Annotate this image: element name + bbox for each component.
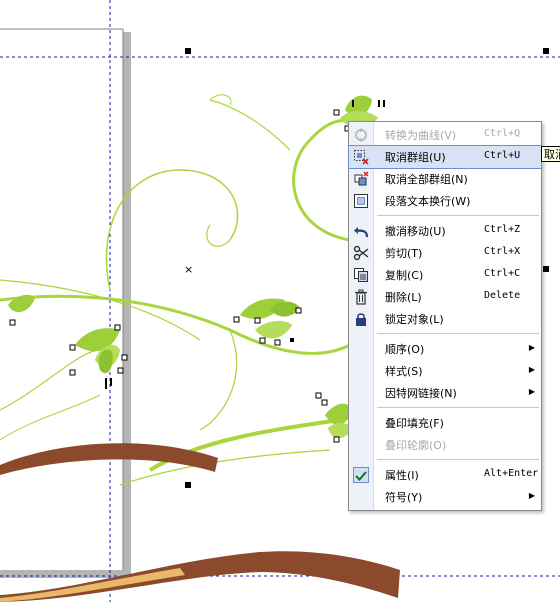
menu-item-shortcut: Ctrl+X — [484, 246, 521, 257]
menu-item-label: 叠印轮廓(O) — [385, 439, 447, 452]
menu-item-ungroup[interactable]: 取消群组(U) Ctrl+U — [348, 145, 542, 169]
menu-item-shortcut: Ctrl+C — [484, 268, 521, 279]
undo-icon — [353, 223, 369, 239]
lock-icon — [353, 311, 369, 327]
menu-item-label: 取消全部群组(N) — [385, 173, 468, 186]
center-marker: × — [184, 263, 193, 276]
menu-item-label: 顺序(O) — [385, 343, 425, 356]
menu-item-cut[interactable]: 剪切(T) Ctrl+X — [349, 242, 541, 264]
node-markers — [9, 109, 351, 443]
menu-item-symbol[interactable]: 符号(Y) ▶ — [349, 486, 541, 508]
menu-item-label: 取消群组(U) — [385, 151, 446, 164]
menu-separator — [377, 407, 539, 408]
menu-item-overprint-outline[interactable]: 叠印轮廓(O) — [349, 434, 541, 456]
menu-item-label: 剪切(T) — [385, 247, 423, 260]
ribbons — [0, 443, 400, 602]
menu-item-label: 锁定对象(L) — [385, 313, 444, 326]
checkmark-icon — [353, 467, 369, 483]
wrap-text-icon — [353, 193, 369, 209]
submenu-arrow-icon: ▶ — [528, 491, 535, 500]
menu-item-label: 复制(C) — [385, 269, 424, 282]
menu-item-label: 因特网链接(N) — [385, 387, 457, 400]
menu-item-styles[interactable]: 样式(S) ▶ — [349, 360, 541, 382]
menu-item-properties[interactable]: 属性(I) Alt+Enter — [349, 464, 541, 486]
submenu-arrow-icon: ▶ — [528, 343, 535, 352]
menu-item-overprint-fill[interactable]: 叠印填充(F) — [349, 412, 541, 434]
menu-item-label: 转换为曲线(V) — [385, 129, 457, 142]
copy-icon — [353, 267, 369, 283]
menu-item-shortcut: Delete — [484, 290, 521, 301]
menu-item-label: 段落文本换行(W) — [385, 195, 471, 208]
trash-icon — [353, 289, 369, 305]
menu-item-shortcut: Ctrl+Q — [484, 128, 521, 139]
menu-item-lock-object[interactable]: 锁定对象(L) — [349, 308, 541, 330]
scissors-icon — [353, 245, 369, 261]
menu-item-label: 撤消移动(U) — [385, 225, 446, 238]
menu-item-copy[interactable]: 复制(C) Ctrl+C — [349, 264, 541, 286]
menu-item-ungroup-all[interactable]: 取消全部群组(N) — [349, 168, 541, 190]
menu-item-internet-link[interactable]: 因特网链接(N) ▶ — [349, 382, 541, 404]
menu-separator — [377, 459, 539, 460]
menu-item-shortcut: Ctrl+Z — [484, 224, 521, 235]
menu-item-shortcut: Ctrl+U — [484, 150, 521, 161]
menu-item-undo-move[interactable]: 撤消移动(U) Ctrl+Z — [349, 220, 541, 242]
menu-item-convert-to-curves[interactable]: 转换为曲线(V) Ctrl+Q — [349, 124, 541, 146]
menu-item-label: 样式(S) — [385, 365, 423, 378]
menu-item-delete[interactable]: 删除(L) Delete — [349, 286, 541, 308]
submenu-arrow-icon: ▶ — [528, 387, 535, 396]
menu-item-label: 叠印填充(F) — [385, 417, 444, 430]
node-ticks — [105, 100, 385, 389]
tooltip: 取消 — [541, 146, 560, 162]
menu-item-order[interactable]: 顺序(O) ▶ — [349, 338, 541, 360]
menu-item-shortcut: Alt+Enter — [484, 468, 539, 479]
ungroup-icon — [353, 149, 369, 165]
submenu-arrow-icon: ▶ — [528, 365, 535, 374]
convert-curve-icon — [353, 127, 369, 143]
menu-item-label: 删除(L) — [385, 291, 422, 304]
vine-stems — [0, 94, 357, 486]
ungroup-all-icon — [353, 171, 369, 187]
menu-item-label: 属性(I) — [385, 469, 419, 482]
menu-item-label: 符号(Y) — [385, 491, 423, 504]
menu-item-wrap-paragraph-text[interactable]: 段落文本换行(W) — [349, 190, 541, 212]
context-menu: 转换为曲线(V) Ctrl+Q 取消群组(U) Ctrl+U 取消全部群组(N)… — [348, 121, 542, 511]
menu-separator — [377, 215, 539, 216]
page-shadow-bottom — [0, 570, 131, 578]
menu-separator — [377, 333, 539, 334]
